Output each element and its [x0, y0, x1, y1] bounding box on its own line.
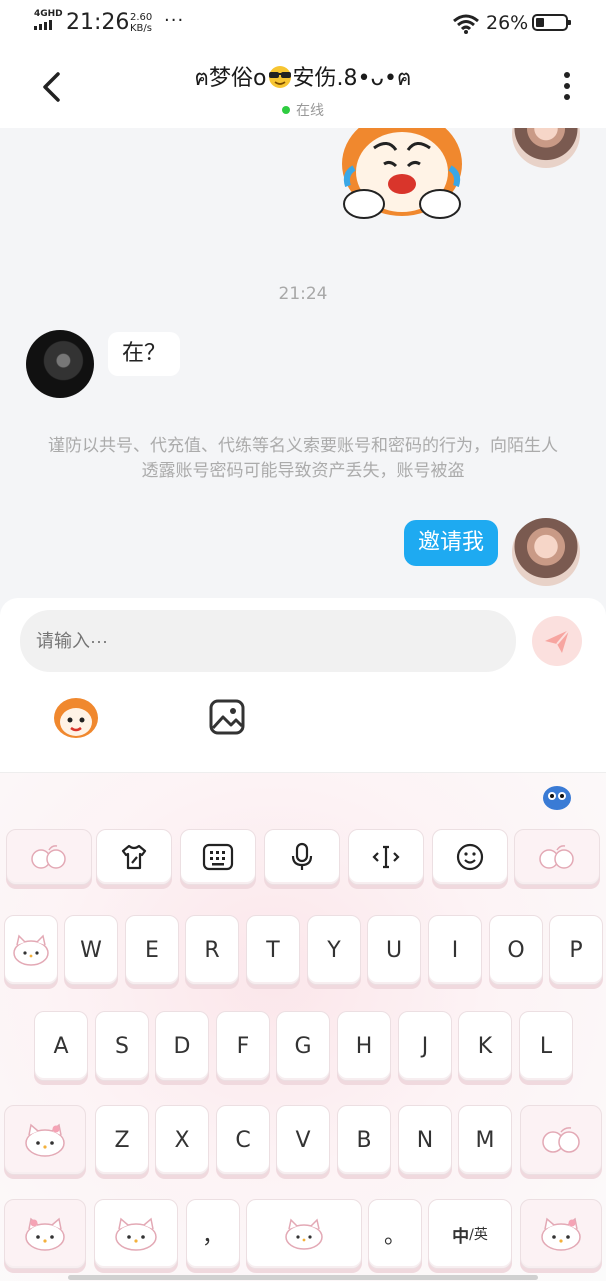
key-l[interactable]: L [519, 1011, 573, 1081]
incoming-message[interactable]: 在？ [108, 332, 181, 376]
text-cursor-icon [372, 845, 400, 869]
key-c[interactable]: C [216, 1105, 270, 1175]
key-s[interactable]: S [95, 1011, 149, 1081]
more-options-button[interactable] [562, 72, 572, 104]
hello-kitty-icon [25, 1123, 65, 1157]
key-z[interactable]: Z [95, 1105, 149, 1175]
tshirt-brush-icon [121, 844, 147, 870]
outgoing-message[interactable]: 邀请我 [403, 520, 498, 566]
apple-decoration-key [514, 829, 600, 885]
network-speed: 2.60 KB/s [130, 12, 152, 34]
smiley-icon [456, 843, 484, 871]
keyboard-mascot-icon[interactable] [540, 779, 574, 813]
time-separator: 21:24 [278, 284, 328, 304]
key-k[interactable]: K [458, 1011, 512, 1081]
key-u[interactable]: U [367, 915, 421, 985]
contact-name: ฅ梦俗o 安伤.8•ᴗ•ฅ [0, 60, 606, 95]
key-b[interactable]: B [337, 1105, 391, 1175]
hello-kitty-icon [115, 1217, 157, 1251]
voice-input-button[interactable] [264, 829, 340, 885]
numbers-key[interactable] [94, 1199, 178, 1269]
message-input[interactable] [20, 610, 516, 672]
cursor-edit-button[interactable] [348, 829, 424, 885]
key-e[interactable]: E [125, 915, 179, 985]
key-n[interactable]: N [398, 1105, 452, 1175]
my-avatar[interactable] [512, 128, 580, 168]
message-list[interactable]: 21:24 在？ 谨防以共号、代充值、代练等名义索要账号和密码的行为，向陌生人透… [0, 128, 606, 598]
speed-value: 2.60 [130, 12, 153, 23]
apple-icon [539, 845, 574, 869]
battery-icon [532, 14, 571, 31]
key-o[interactable]: O [489, 915, 543, 985]
microphone-icon [291, 842, 313, 870]
contact-avatar[interactable] [26, 330, 94, 398]
keyboard-switch-button[interactable] [180, 829, 256, 885]
signal-icon [34, 20, 52, 30]
key-q[interactable] [4, 915, 58, 985]
key-x[interactable]: X [155, 1105, 209, 1175]
key-g[interactable]: G [276, 1011, 330, 1081]
apple-decoration-key [6, 829, 92, 885]
image-button[interactable] [208, 698, 246, 736]
contact-name-suffix: 安伤.8•ᴗ•ฅ [292, 66, 412, 91]
contact-name-prefix: ฅ梦俗o [194, 66, 267, 91]
key-f[interactable]: F [216, 1011, 270, 1081]
enter-key[interactable] [520, 1199, 602, 1269]
status-bar: 4GHD 21:26 2.60 KB/s ··· 26% [0, 0, 606, 48]
chat-header: ฅ梦俗o 安伤.8•ᴗ•ฅ 在线 [0, 48, 606, 128]
hello-kitty-icon [25, 1217, 65, 1251]
language-switch-key[interactable]: 中/英 [428, 1199, 512, 1269]
my-avatar[interactable] [512, 518, 580, 586]
key-p[interactable]: P [549, 915, 603, 985]
key-y[interactable]: Y [307, 915, 361, 985]
security-notice: 谨防以共号、代充值、代练等名义索要账号和密码的行为，向陌生人透露账号密码可能导致… [48, 436, 558, 481]
language-sub-label: /英 [469, 1227, 488, 1243]
network-type: 4GHD [34, 9, 63, 19]
shift-key[interactable] [4, 1105, 86, 1175]
hello-kitty-icon [285, 1218, 323, 1250]
delete-key[interactable] [520, 1105, 602, 1175]
key-a[interactable]: A [34, 1011, 88, 1081]
apple-icon [542, 1127, 580, 1153]
battery-percent: 26% [486, 12, 529, 34]
keyboard-icon [202, 843, 234, 871]
hello-kitty-icon [13, 934, 49, 966]
composer [0, 598, 606, 772]
emoji-button[interactable] [52, 696, 100, 740]
online-status: 在线 [0, 100, 606, 120]
space-key[interactable] [246, 1199, 362, 1269]
apple-icon [31, 845, 66, 869]
period-key[interactable]: 。 [368, 1199, 422, 1269]
keyboard: W E R T Y U I O P A S D F G H J K L Z X … [0, 772, 606, 1281]
key-h[interactable]: H [337, 1011, 391, 1081]
clock: 21:26 [66, 10, 130, 35]
key-v[interactable]: V [276, 1105, 330, 1175]
comma-key[interactable]: ， [186, 1199, 240, 1269]
symbols-key[interactable] [4, 1199, 86, 1269]
skin-button[interactable] [96, 829, 172, 885]
key-j[interactable]: J [398, 1011, 452, 1081]
online-dot-icon [282, 106, 290, 114]
hello-kitty-icon [541, 1217, 581, 1251]
wifi-icon [453, 14, 479, 34]
online-status-label: 在线 [296, 103, 324, 119]
more-notifications-icon: ··· [164, 10, 185, 31]
sunglasses-emoji-icon [268, 66, 291, 88]
key-m[interactable]: M [458, 1105, 512, 1175]
home-indicator [68, 1275, 538, 1280]
send-button[interactable] [532, 616, 582, 666]
send-icon [545, 629, 570, 653]
language-main-label: 中 [452, 1226, 470, 1247]
key-i[interactable]: I [428, 915, 482, 985]
key-t[interactable]: T [246, 915, 300, 985]
key-r[interactable]: R [185, 915, 239, 985]
key-w[interactable]: W [64, 915, 118, 985]
speed-unit: KB/s [130, 23, 152, 34]
emoji-keyboard-button[interactable] [432, 829, 508, 885]
crying-monkey-sticker[interactable] [334, 128, 470, 224]
key-d[interactable]: D [155, 1011, 209, 1081]
